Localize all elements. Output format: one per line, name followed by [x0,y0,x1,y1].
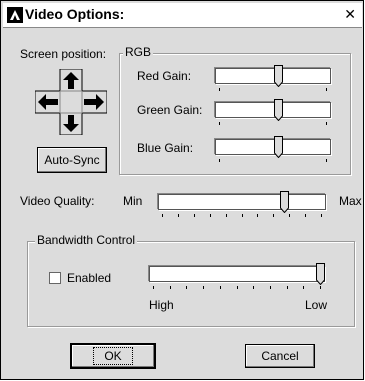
slider-ticks [158,214,326,220]
slider-thumb[interactable] [316,263,325,285]
up-arrow-icon[interactable] [61,70,81,90]
right-arrow-icon[interactable] [83,92,106,112]
slider-tick [203,286,204,289]
screen-position-label: Screen position: [20,47,107,61]
app-icon [7,7,23,23]
slider-tick [210,214,211,217]
video-options-dialog: Video Options: ✕ Screen position: Auto-S… [0,0,364,380]
bandwidth-low-label: Low [305,298,328,312]
slider-tick [170,286,171,289]
slider-thumb[interactable] [280,191,289,213]
slider-tick [178,214,179,217]
slider-tick [162,214,163,217]
video-quality-label: Video Quality: [20,194,95,208]
slider-thumb[interactable] [274,99,283,121]
video-quality-min-label: Min [123,194,143,208]
arrow-pad [35,69,107,135]
slider-tick [219,88,220,91]
slider-tick [320,286,321,289]
slider-tick [237,286,238,289]
ok-label: OK [93,347,133,365]
auto-sync-label: Auto-Sync [44,153,100,167]
video-quality-max-label: Max [339,194,362,208]
slider-tick [303,286,304,289]
left-arrow-icon[interactable] [36,92,59,112]
slider-tick [326,159,327,162]
bandwidth-slider[interactable] [149,263,325,293]
video-quality-slider[interactable] [158,191,326,221]
enabled-checkbox[interactable] [49,272,61,284]
slider-ticks [215,122,331,128]
slider-ticks [215,88,331,94]
slider-tick [242,214,243,217]
slider-track[interactable] [158,194,326,210]
red-gain-label: Red Gain: [137,69,192,83]
slider-tick [305,214,306,217]
blue-gain-slider[interactable] [215,136,331,166]
slider-tick [326,122,327,125]
slider-track[interactable] [149,266,325,282]
slider-ticks [215,159,331,165]
slider-tick [270,286,271,289]
rgb-group-label: RGB [123,45,154,59]
title-bar: Video Options: ✕ [3,3,362,28]
slider-tick [289,214,290,217]
bandwidth-high-label: High [149,298,174,312]
green-gain-slider[interactable] [215,99,331,129]
cancel-label: Cancel [261,349,299,363]
slider-tick [326,88,327,91]
slider-tick [194,214,195,217]
red-gain-slider[interactable] [215,65,331,95]
slider-thumb[interactable] [274,65,283,87]
close-icon[interactable]: ✕ [344,6,356,22]
auto-sync-button[interactable]: Auto-Sync [37,147,107,173]
ok-button[interactable]: OK [70,343,156,369]
slider-ticks [149,286,325,292]
slider-tick [226,214,227,217]
slider-tick [257,214,258,217]
slider-track[interactable] [215,102,331,118]
slider-tick [219,159,220,162]
window-title: Video Options: [25,6,125,22]
slider-tick [153,286,154,289]
enabled-label: Enabled [67,271,112,285]
slider-tick [321,214,322,217]
slider-tick [273,214,274,217]
slider-thumb[interactable] [274,136,283,158]
bandwidth-group-label: Bandwidth Control [35,233,138,247]
slider-tick [186,286,187,289]
slider-tick [219,122,220,125]
blue-gain-label: Blue Gain: [137,141,194,155]
slider-track[interactable] [215,68,331,84]
slider-tick [253,286,254,289]
slider-tick [220,286,221,289]
slider-track[interactable] [215,139,331,155]
green-gain-label: Green Gain: [137,103,203,117]
cancel-button[interactable]: Cancel [245,344,315,368]
down-arrow-icon[interactable] [61,114,81,134]
slider-tick [287,286,288,289]
